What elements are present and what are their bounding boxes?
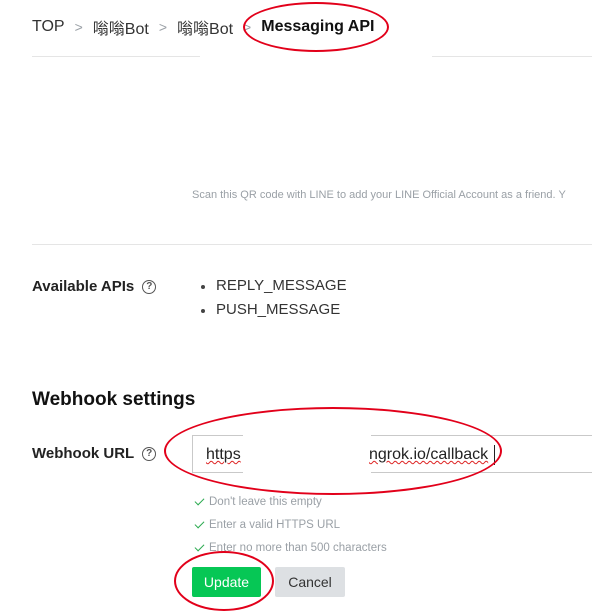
list-item: REPLY_MESSAGE [200,276,347,300]
webhook-url-value-prefix: https [206,446,241,463]
messaging-api-page: TOP > 嗡嗡Bot > 嗡嗡Bot > Messaging API Scan… [0,0,592,616]
list-item: PUSH_MESSAGE [200,300,347,324]
text-caret [494,445,495,465]
breadcrumb-channel[interactable]: 嗡嗡Bot [177,15,233,39]
divider [32,56,200,57]
validation-rule-text: Enter a valid HTTPS URL [209,518,341,531]
check-icon [194,495,205,505]
cancel-button[interactable]: Cancel [275,567,345,597]
chevron-right-icon: > [74,19,83,35]
breadcrumb-top[interactable]: TOP [32,18,65,36]
qr-code-note: Scan this QR code with LINE to add your … [192,189,566,201]
webhook-url-input[interactable]: https ngrok.io/callback [192,434,592,474]
chevron-right-icon: > [158,19,168,35]
check-icon [194,518,205,528]
redaction-box [243,434,371,474]
divider [432,56,592,57]
breadcrumb-provider[interactable]: 嗡嗡Bot [93,15,149,39]
available-apis-label-text: Available APIs [32,278,135,295]
validation-rule: Enter a valid HTTPS URL [194,513,387,536]
breadcrumb-current: Messaging API [261,18,375,35]
validation-rule-text: Enter no more than 500 characters [209,541,387,554]
validation-rule: Don't leave this empty [194,490,387,513]
help-icon[interactable]: ? [142,279,157,294]
breadcrumb: TOP > 嗡嗡Bot > 嗡嗡Bot > Messaging API [32,15,374,39]
available-apis-list: REPLY_MESSAGE PUSH_MESSAGE [200,276,347,324]
validation-rule-text: Don't leave this empty [209,495,322,508]
validation-rule: Enter no more than 500 characters [194,536,387,559]
webhook-url-value-suffix: ngrok.io/callback [369,446,489,463]
webhook-url-label-text: Webhook URL [32,445,135,462]
available-apis-label: Available APIs ? [32,278,157,295]
webhook-settings-title: Webhook settings [32,389,196,410]
divider [32,244,592,245]
update-button[interactable]: Update [192,567,261,597]
webhook-url-label: Webhook URL ? [32,445,157,462]
chevron-right-icon: > [243,19,252,35]
validation-rules: Don't leave this empty Enter a valid HTT… [194,490,387,559]
check-icon [194,541,205,551]
help-icon[interactable]: ? [142,446,157,461]
